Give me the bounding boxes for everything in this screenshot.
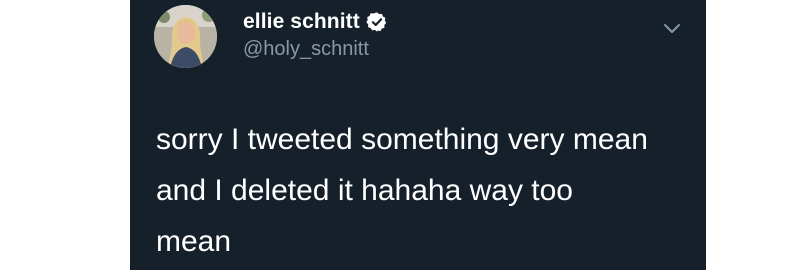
name-row: ellie schnitt [243,8,388,36]
verified-badge-icon [366,11,388,33]
tweet-card: ellie schnitt @holy_schnitt sorry I twee… [130,0,706,270]
avatar[interactable] [154,5,217,68]
tweet-text: sorry I tweeted something very mean and … [156,123,648,258]
avatar-image [154,5,217,68]
display-name[interactable]: ellie schnitt [243,10,360,34]
chevron-down-icon[interactable] [662,22,682,36]
user-handle[interactable]: @holy_schnitt [243,38,369,61]
